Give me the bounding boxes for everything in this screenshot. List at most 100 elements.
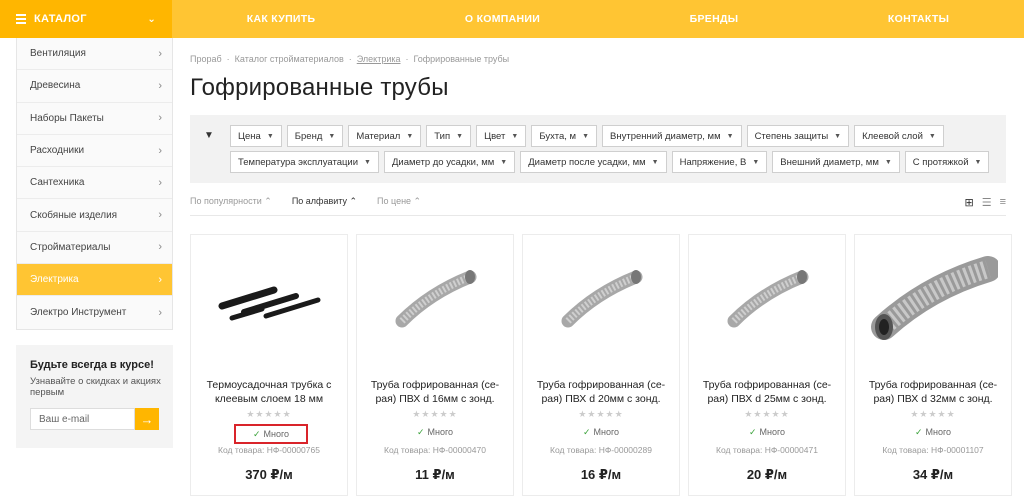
product-name[interactable]: Труба гофрированная (се-рая) ПВХ d 16мм … — [365, 378, 505, 406]
breadcrumb-electrics[interactable]: Электрика — [357, 54, 401, 64]
chevron-right-icon: › — [158, 209, 162, 222]
dropdown-arrow-icon: ▼ — [328, 132, 336, 140]
sidebar-item-electrics[interactable]: Электрика › — [17, 264, 172, 297]
filter-label: Напряжение, В — [679, 156, 747, 168]
filter-material[interactable]: Материал ▼ — [348, 125, 422, 147]
rating-stars: ★★★★★ — [744, 409, 790, 419]
list-view-icon[interactable]: ☰ — [982, 196, 992, 209]
filter-coil-length[interactable]: Бухта, м ▼ — [531, 125, 598, 147]
product-image[interactable] — [523, 235, 679, 360]
filter-voltage[interactable]: Напряжение, В ▼ — [671, 151, 768, 173]
product-image[interactable] — [855, 235, 1011, 360]
filter-outer-diameter[interactable]: Внешний диаметр, мм ▼ — [772, 151, 900, 173]
filter-adhesive-layer[interactable]: Клеевой слой ▼ — [854, 125, 944, 147]
filter-brand[interactable]: Бренд ▼ — [286, 125, 344, 147]
stock-label: Много — [593, 427, 620, 437]
product-grid: Термоусадочная трубка с клеевым слоем 18… — [190, 234, 1020, 496]
filter-type[interactable]: Тип ▼ — [426, 125, 472, 147]
chevron-right-icon: › — [158, 47, 162, 60]
sidebar-item-ventilation[interactable]: Вентиляция › — [17, 38, 172, 71]
filter-price[interactable]: Цена ▼ — [230, 125, 282, 147]
product-name[interactable]: Термоусадочная трубка с клеевым слоем 18… — [199, 378, 339, 406]
sidebar-item-building-materials[interactable]: Стройматериалы › — [17, 231, 172, 265]
filter-label: Клеевой слой — [862, 130, 923, 142]
nav-contacts[interactable]: КОНТАКТЫ — [888, 13, 949, 25]
rating-stars: ★★★★★ — [910, 409, 956, 419]
sidebar-item-label: Древесина — [30, 80, 81, 92]
product-card[interactable]: Труба гофрированная (се-рая) ПВХ d 25мм … — [688, 234, 846, 496]
newsletter-title: Будьте всегда в курсе! — [30, 359, 154, 371]
product-card[interactable]: Труба гофрированная (се-рая) ПВХ d 16мм … — [356, 234, 514, 496]
dropdown-arrow-icon: ▼ — [266, 132, 274, 140]
product-image[interactable] — [689, 235, 845, 360]
dropdown-arrow-icon: ▼ — [834, 132, 842, 140]
dropdown-arrow-icon: ▼ — [456, 132, 464, 140]
breadcrumb-home[interactable]: Прораб — [190, 54, 222, 64]
filter-operating-temperature[interactable]: Температура эксплуатации ▼ — [230, 151, 379, 173]
stock-status: ✓ Много — [855, 427, 1011, 438]
sidebar-item-hardware[interactable]: Скобяные изделия › — [17, 199, 172, 232]
filter-with-pull-wire[interactable]: С протяжкой ▼ — [904, 151, 990, 173]
grid-view-icon[interactable]: ⊞ — [964, 196, 973, 209]
rating-stars: ★★★★★ — [246, 409, 292, 419]
stock-status: ✓ Много — [523, 427, 679, 438]
nav-brands[interactable]: БРЕНДЫ — [690, 13, 739, 25]
product-sku: Код товара: НФ-00000470 — [384, 445, 486, 455]
dropdown-arrow-icon: ▼ — [726, 132, 734, 140]
product-name[interactable]: Труба гофрированная (се-рая) ПВХ d 25мм … — [697, 378, 837, 406]
filter-diameter-after-shrink[interactable]: Диаметр после усадки, мм ▼ — [520, 151, 667, 173]
compact-list-view-icon[interactable]: ≡ — [1000, 196, 1006, 209]
product-image[interactable] — [357, 235, 513, 360]
sidebar-item-power-tools[interactable]: Электро Инструмент › — [17, 296, 172, 329]
arrow-right-icon[interactable]: → — [135, 408, 159, 430]
filter-protection-degree[interactable]: Степень защиты ▼ — [746, 125, 850, 147]
sort-by-popularity[interactable]: По популярности ⌃ — [190, 196, 272, 207]
sidebar-item-label: Скобяные изделия — [30, 209, 118, 221]
catalog-menu-button[interactable]: КАТАЛОГ ⌄ — [0, 0, 172, 38]
nav-how-to-buy[interactable]: КАК КУПИТЬ — [247, 13, 316, 25]
product-name[interactable]: Труба гофрированная (се-рая) ПВХ d 32мм … — [863, 378, 1003, 406]
email-input[interactable]: Ваш e-mail — [30, 408, 135, 430]
sidebar-item-bag-sets[interactable]: Наборы Пакеты › — [17, 102, 172, 135]
sidebar-item-consumables[interactable]: Расходники › — [17, 134, 172, 168]
filter-diameter-before-shrink[interactable]: Диаметр до усадки, мм ▼ — [383, 151, 516, 173]
filter-label: Внешний диаметр, мм — [780, 156, 879, 168]
sidebar-item-label: Вентиляция — [30, 48, 86, 60]
nav-about[interactable]: О КОМПАНИИ — [465, 13, 540, 25]
rating-stars: ★★★★★ — [412, 409, 458, 419]
filter-row-1: Цена ▼ Бренд ▼ Материал ▼ Тип ▼ Цвет ▼ Бухта,… — [230, 125, 1006, 147]
filter-inner-diameter[interactable]: Внутренний диаметр, мм ▼ — [602, 125, 742, 147]
sidebar-item-wood[interactable]: Древесина › — [17, 70, 172, 103]
filter-label: Диаметр до усадки, мм — [391, 156, 495, 168]
checkmark-icon: ✓ — [416, 427, 425, 437]
filter-label: С протяжкой — [912, 156, 969, 168]
product-image[interactable] — [191, 235, 347, 360]
sort-bar: По популярности ⌃ По алфавиту ⌃ По цене … — [190, 196, 1006, 216]
hamburger-icon — [16, 12, 26, 26]
product-price: 34 ₽/м — [912, 467, 954, 482]
product-card[interactable]: Труба гофрированная (се-рая) ПВХ d 32мм … — [854, 234, 1012, 496]
filter-label: Внутренний диаметр, мм — [610, 130, 721, 142]
stock-label: Много — [427, 427, 454, 437]
chevron-right-icon: › — [158, 273, 162, 286]
filter-color[interactable]: Цвет ▼ — [476, 125, 527, 147]
product-sku: Код товара: НФ-00001107 — [882, 445, 984, 455]
sidebar-item-label: Сантехника — [30, 177, 85, 189]
sort-by-alphabet[interactable]: По алфавиту ⌃ — [292, 196, 357, 207]
product-card[interactable]: Труба гофрированная (се-рая) ПВХ d 20мм … — [522, 234, 680, 496]
sidebar-item-plumbing[interactable]: Сантехника › — [17, 167, 172, 200]
filter-label: Цвет — [484, 130, 506, 142]
filter-label: Бренд — [294, 130, 323, 142]
dropdown-arrow-icon: ▼ — [884, 158, 892, 166]
filter-label: Температура эксплуатации — [238, 156, 359, 168]
filter-label: Степень защиты — [754, 130, 829, 142]
product-name[interactable]: Труба гофрированная (се-рая) ПВХ d 20мм … — [531, 378, 671, 406]
top-navigation: КАК КУПИТЬ О КОМПАНИИ БРЕНДЫ КОНТАКТЫ — [172, 0, 1024, 38]
dropdown-arrow-icon: ▼ — [406, 132, 414, 140]
chevron-right-icon: › — [158, 241, 162, 254]
sort-by-price[interactable]: По цене ⌃ — [377, 196, 421, 207]
breadcrumb-catalog[interactable]: Каталог стройматериалов — [235, 54, 344, 64]
view-switcher: ⊞ ☰ ≡ — [964, 196, 1006, 209]
chevron-down-icon: ⌄ — [147, 13, 156, 25]
product-card[interactable]: Термоусадочная трубка с клеевым слоем 18… — [190, 234, 348, 496]
